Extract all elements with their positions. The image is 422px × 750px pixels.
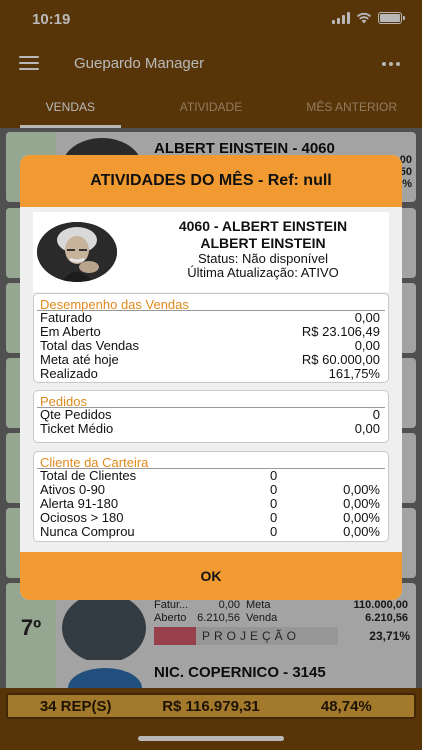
kv-row: Faturado 0,00 [40, 310, 380, 325]
kv-row: Nunca Comprou 0 0,00% [40, 524, 380, 539]
kv-row: Meta até hoje R$ 60.000,00 [40, 352, 380, 367]
kv-row: Ociosos > 180 0 0,00% [40, 510, 380, 525]
kv-row: Alerta 91-180 0 0,00% [40, 496, 380, 511]
dialog-body: 4060 - ALBERT EINSTEIN ALBERT EINSTEIN S… [20, 207, 402, 552]
avatar [37, 222, 117, 282]
profile-text: 4060 - ALBERT EINSTEIN ALBERT EINSTEIN S… [133, 218, 393, 280]
section-title: Pedidos [37, 391, 385, 409]
kv-row: Realizado 161,75% [40, 366, 380, 381]
ok-button[interactable]: OK [20, 552, 402, 600]
section-title: Cliente da Carteira [37, 452, 385, 470]
portfolio-clients-section: Cliente da Carteira Total de Clientes 0 A… [33, 451, 389, 542]
sales-performance-section: Desempenho das Vendas Faturado 0,00 Em Ab… [33, 293, 389, 383]
kv-row: Qte Pedidos 0 [40, 407, 380, 422]
kv-row: Ticket Médio 0,00 [40, 421, 380, 436]
rep-code-name: 4060 - ALBERT EINSTEIN [178, 218, 348, 234]
kv-row: Ativos 0-90 0 0,00% [40, 482, 380, 497]
rep-status: Status: Não disponível [197, 251, 329, 266]
kv-row: Total de Clientes 0 [40, 468, 278, 483]
activities-dialog: ATIVIDADES DO MÊS - Ref: null 4060 - ALB… [20, 155, 402, 600]
rep-profile: 4060 - ALBERT EINSTEIN ALBERT EINSTEIN S… [33, 212, 389, 292]
kv-row: Em Aberto R$ 23.106,49 [40, 324, 380, 339]
dialog-title: ATIVIDADES DO MÊS - Ref: null [20, 155, 402, 207]
section-title: Desempenho das Vendas [37, 294, 385, 312]
rep-last-update: Última Atualização: ATIVO [187, 265, 339, 280]
orders-section: Pedidos Qte Pedidos 0 Ticket Médio 0,00 [33, 390, 389, 443]
kv-row: Total das Vendas 0,00 [40, 338, 380, 353]
rep-name: ALBERT EINSTEIN [200, 235, 326, 251]
